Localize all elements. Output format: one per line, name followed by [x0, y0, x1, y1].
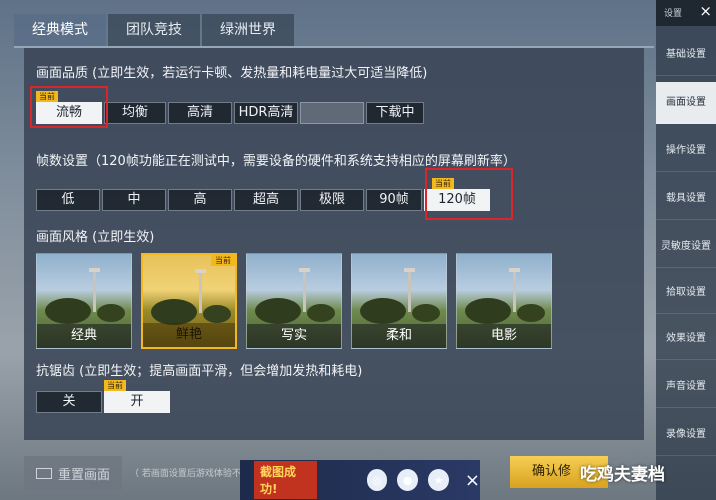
mode-tabs: 经典模式 团队竞技 绿洲世界	[14, 14, 294, 46]
quality-balanced[interactable]: 均衡	[104, 102, 166, 124]
screenshot-toast: 截图成功! ◎ ● ★ ×	[240, 460, 480, 500]
sidebar-item-recording[interactable]: 录像设置	[656, 414, 716, 456]
sidebar-header: 设置 ×	[656, 0, 716, 26]
close-icon[interactable]: ×	[699, 2, 712, 20]
style-realistic[interactable]: 写实	[246, 253, 342, 349]
aa-options: 关 开	[36, 391, 170, 413]
aa-off[interactable]: 关	[36, 391, 102, 413]
sidebar-item-graphics[interactable]: 画面设置	[656, 82, 716, 124]
tab-oasis-world[interactable]: 绿洲世界	[202, 14, 294, 46]
fps-low[interactable]: 低	[36, 189, 100, 211]
style-cinematic-label: 电影	[457, 324, 551, 348]
sidebar-item-controls[interactable]: 操作设置	[656, 130, 716, 172]
quality-title: 画面品质 (立即生效，若运行卡顿、发热量和耗电量过大可适当降低)	[36, 66, 428, 81]
fps-ultra[interactable]: 超高	[234, 189, 298, 211]
style-classic-label: 经典	[37, 324, 131, 348]
aa-title: 抗锯齿 (立即生效；提高画面平滑，但会增加发热和耗电)	[36, 364, 363, 379]
style-options: 经典 当前 鲜艳 写实 柔和 电影	[36, 253, 552, 349]
sidebar-item-effects[interactable]: 效果设置	[656, 318, 716, 360]
reset-hint: （ 若画面设置后游戏体验不	[130, 469, 241, 479]
toast-text: 截图成功!	[254, 461, 317, 499]
reset-graphics-button[interactable]: 重置画面	[24, 456, 122, 490]
fps-title: 帧数设置（120帧功能正在测试中，需要设备的硬件和系统支持相应的屏幕刷新率）	[36, 154, 516, 169]
reset-label: 重置画面	[58, 467, 111, 483]
style-current-badge: 当前	[211, 255, 235, 266]
aa-on[interactable]: 开	[104, 391, 170, 413]
share-qq-icon[interactable]: ◎	[366, 469, 388, 491]
sidebar-item-sensitivity[interactable]: 灵敏度设置	[656, 226, 716, 268]
sidebar-item-sound[interactable]: 声音设置	[656, 366, 716, 408]
share-chat-icon[interactable]: ●	[397, 469, 419, 491]
fps-medium[interactable]: 中	[102, 189, 166, 211]
sidebar-title: 设置	[664, 9, 683, 19]
style-vivid[interactable]: 当前 鲜艳	[141, 253, 237, 349]
fps-90[interactable]: 90帧	[366, 189, 422, 211]
tab-classic[interactable]: 经典模式	[14, 14, 106, 46]
watermark: 吃鸡夫妻档	[580, 465, 665, 485]
style-title: 画面风格 (立即生效)	[36, 230, 155, 245]
style-soft-label: 柔和	[352, 324, 446, 348]
share-star-icon[interactable]: ★	[428, 469, 449, 491]
style-classic[interactable]: 经典	[36, 253, 132, 349]
quality-locked-option[interactable]	[300, 102, 364, 124]
quality-downloading[interactable]: 下载中	[366, 102, 424, 124]
style-soft[interactable]: 柔和	[351, 253, 447, 349]
tab-team-deathmatch[interactable]: 团队竞技	[108, 14, 200, 46]
sidebar-item-pickup[interactable]: 拾取设置	[656, 272, 716, 314]
quality-highlight-box	[30, 86, 108, 128]
quality-hd[interactable]: 高清	[168, 102, 232, 124]
quality-hdr[interactable]: HDR高清	[234, 102, 298, 124]
toast-close-icon[interactable]: ×	[465, 470, 480, 491]
fps-extreme[interactable]: 极限	[300, 189, 364, 211]
style-vivid-label: 鲜艳	[143, 323, 235, 347]
style-realistic-label: 写实	[247, 324, 341, 348]
sidebar-item-basic[interactable]: 基础设置	[656, 34, 716, 76]
fps-high[interactable]: 高	[168, 189, 232, 211]
fps-options: 低 中 高 超高 极限 90帧 120帧	[36, 189, 490, 211]
fps-highlight-box	[425, 168, 513, 220]
aa-current-badge: 当前	[104, 380, 126, 391]
reset-icon	[36, 467, 52, 479]
sidebar-item-vehicle[interactable]: 载具设置	[656, 178, 716, 220]
style-cinematic[interactable]: 电影	[456, 253, 552, 349]
